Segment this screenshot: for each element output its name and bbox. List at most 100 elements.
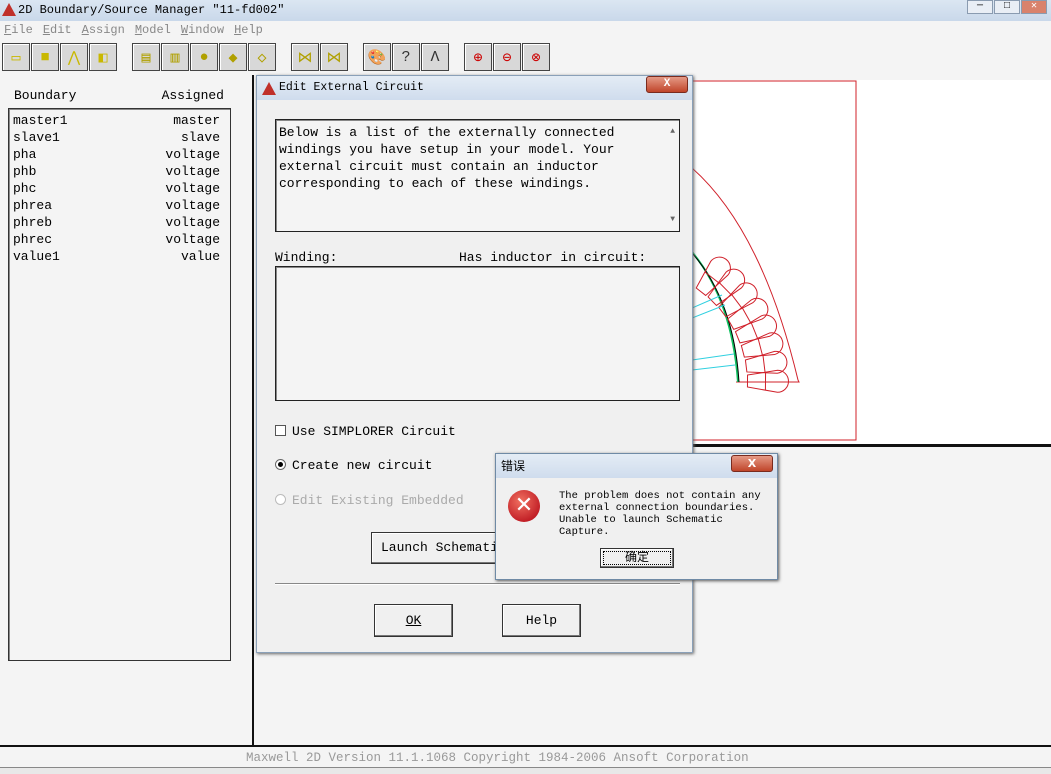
dialog-title-bar: Edit External Circuit X (257, 76, 692, 100)
boundary-row[interactable]: pha voltage (13, 146, 220, 163)
menu-help[interactable]: Help (234, 23, 263, 41)
stator-slot (746, 369, 789, 393)
geometry-view[interactable] (689, 80, 1051, 444)
boundary-list[interactable]: master1 master slave1 slave pha voltage phb vol… (8, 108, 231, 661)
rectangle-icon: ■ (40, 48, 50, 66)
edit-existing-radio[interactable]: Edit Existing Embedded (275, 493, 464, 508)
symmetry-button[interactable]: ⋈ (291, 43, 319, 71)
zoom-out-button[interactable]: ⊖ (493, 43, 521, 71)
boundary-name: phc (13, 181, 37, 196)
diamond-button[interactable]: ◇ (248, 43, 276, 71)
palette-icon: 🎨 (367, 49, 387, 67)
maximize-button[interactable]: □ (994, 0, 1020, 14)
ok-button[interactable]: OK (374, 604, 453, 637)
symmetry-icon: ⋈ (297, 49, 313, 67)
use-simplorer-label: Use SIMPLORER Circuit (292, 424, 456, 439)
zoom-in-button[interactable]: ⊕ (464, 43, 492, 71)
boundary-type: voltage (165, 215, 220, 230)
close-button[interactable]: ✕ (1021, 0, 1047, 14)
taskbar-strip (0, 767, 1051, 774)
scroll-up-icon[interactable]: ▲ (670, 123, 675, 140)
boundary-name: phrea (13, 198, 53, 213)
window-controls: ─ □ ✕ (966, 0, 1047, 14)
query-button[interactable]: ? (392, 43, 420, 71)
boundary-row[interactable]: phc voltage (13, 180, 220, 197)
rectangle-button[interactable]: ■ (31, 43, 59, 71)
master-slave-button[interactable]: ⋈ (320, 43, 348, 71)
boundary-row[interactable]: phrea voltage (13, 197, 220, 214)
menu-file[interactable]: File (4, 23, 33, 41)
dialog-title: Edit External Circuit (279, 81, 424, 94)
boundary-name: slave1 (13, 130, 60, 145)
multi-rect-icon: ◧ (98, 49, 108, 67)
dialog-close-button[interactable]: X (646, 76, 688, 93)
winding-list[interactable] (275, 266, 680, 401)
boundary-button[interactable]: ▤ (132, 43, 160, 71)
error-title-bar: 错误 X (496, 454, 777, 478)
boundary-row[interactable]: phrec voltage (13, 231, 220, 248)
toolbar: ▭ ■ ⋀ ◧ ▤ ▥ ● ◆ ◇ ⋈ ⋈ 🎨? Λ ⊕ ⊖ ⊗ (2, 43, 551, 72)
help-button[interactable]: Help (502, 604, 581, 637)
use-simplorer-checkbox[interactable]: Use SIMPLORER Circuit (275, 424, 456, 439)
split-button[interactable]: ▥ (161, 43, 189, 71)
create-new-radio[interactable]: Create new circuit (275, 458, 432, 473)
stator-slots (695, 256, 789, 393)
stator-slot (740, 332, 784, 358)
stator-slot (707, 268, 746, 307)
boundary-list-header: Boundary Assigned (14, 88, 224, 103)
info-textbox[interactable]: Below is a list of the externally connec… (275, 119, 680, 232)
rectangle-select-button[interactable]: ▭ (2, 43, 30, 71)
boundary-name: value1 (13, 249, 60, 264)
menu-bar: File Edit Assign Model Window Help (0, 23, 269, 41)
stator-slot (727, 297, 769, 330)
compass-button[interactable]: Λ (421, 43, 449, 71)
menu-edit[interactable]: Edit (43, 23, 72, 41)
menu-assign[interactable]: Assign (82, 23, 125, 41)
stator-inner (692, 253, 740, 383)
boundary-type: voltage (165, 164, 220, 179)
title-bar: 2D Boundary/Source Manager "11-fd002" (0, 0, 1051, 21)
menu-model[interactable]: Model (135, 23, 171, 41)
error-close-button[interactable]: X (731, 455, 773, 472)
boundary-name: phreb (13, 215, 53, 230)
menu-window[interactable]: Window (181, 23, 224, 41)
radio-unselected[interactable] (275, 494, 286, 505)
create-new-label: Create new circuit (292, 458, 433, 473)
zoom-fit-button[interactable]: ⊗ (522, 43, 550, 71)
polyline-button[interactable]: ⋀ (60, 43, 88, 71)
boundary-type: value (180, 249, 220, 264)
motor-geometry (689, 80, 857, 441)
info-text: Below is a list of the externally connec… (279, 125, 615, 191)
balloon-button[interactable]: ● (190, 43, 218, 71)
boundary-row[interactable]: slave1 slave (13, 129, 220, 146)
boundary-row[interactable]: phb voltage (13, 163, 220, 180)
boundary-row[interactable]: master1 master (13, 112, 220, 129)
checkbox-box[interactable] (275, 425, 286, 436)
split-icon: ▥ (170, 49, 180, 67)
boundary-name: pha (13, 147, 37, 162)
minimize-button[interactable]: ─ (967, 0, 993, 14)
boundary-row[interactable]: phreb voltage (13, 214, 220, 231)
palette-button[interactable]: 🎨 (363, 43, 391, 71)
error-dialog: 错误 X ✕ The problem does not contain any … (495, 453, 778, 580)
ansoft-logo-icon (262, 82, 276, 95)
polyline-icon: ⋀ (67, 49, 81, 67)
boundary-type: master (173, 113, 220, 128)
scroll-down-icon[interactable]: ▼ (670, 211, 675, 228)
zoom-in-icon: ⊕ (473, 49, 483, 67)
multi-rect-button[interactable]: ◧ (89, 43, 117, 71)
window-title: 2D Boundary/Source Manager "11-fd002" (18, 3, 285, 17)
error-ok-button[interactable]: 确定 (600, 548, 674, 568)
zoom-fit-icon: ⊗ (531, 49, 541, 67)
view-separator (692, 444, 1051, 447)
object-3d-button[interactable]: ◆ (219, 43, 247, 71)
inductor-label: Has inductor in circuit: (459, 250, 647, 265)
master-slave-icon: ⋈ (326, 49, 342, 67)
edit-existing-label: Edit Existing Embedded (292, 493, 464, 508)
error-icon: ✕ (508, 490, 540, 522)
radio-selected[interactable] (275, 459, 286, 470)
boundary-name: phb (13, 164, 37, 179)
boundary-row[interactable]: value1 value (13, 248, 220, 265)
boundary-column-header: Boundary (14, 88, 77, 103)
boundary-name: phrec (13, 232, 53, 247)
